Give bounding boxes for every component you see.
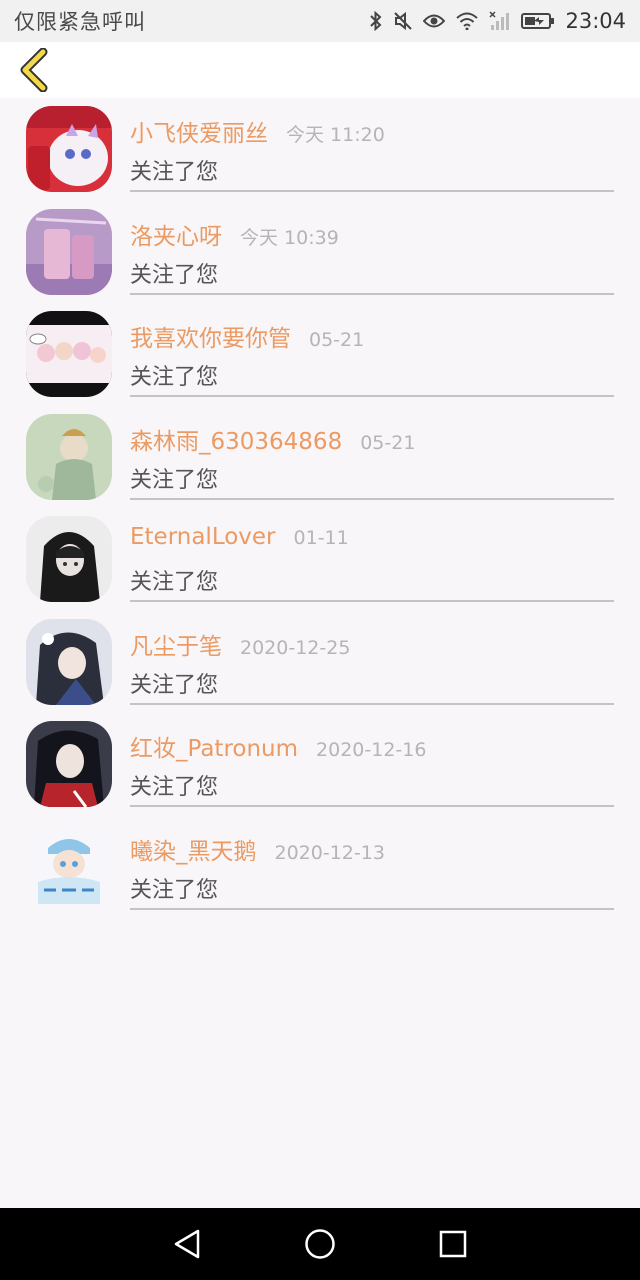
- notification-list: 小飞侠爱丽丝 今天 11:20 关注了您 洛夹心呀 今天 10:39 关注了您 …: [0, 98, 640, 918]
- notification-time: 2020-12-13: [274, 841, 385, 864]
- avatar[interactable]: [26, 311, 112, 397]
- recents-square-icon: [440, 1230, 467, 1258]
- status-time: 23:04: [565, 9, 626, 33]
- carrier-text: 仅限紧急呼叫: [14, 10, 146, 34]
- user-name[interactable]: 红妆_Patronum: [130, 729, 298, 763]
- notification-time: 今天 11:20: [286, 124, 385, 146]
- notification-action: 关注了您: [130, 467, 219, 493]
- avatar[interactable]: [26, 516, 112, 602]
- chevron-left-icon: [20, 48, 48, 92]
- nav-recents-button[interactable]: [423, 1214, 483, 1274]
- list-item[interactable]: EternalLover 01-11 关注了您: [0, 508, 640, 611]
- user-name[interactable]: 洛夹心呀: [130, 217, 222, 251]
- eye-icon: [423, 13, 446, 29]
- user-name[interactable]: 凡尘于笔: [130, 627, 222, 661]
- avatar[interactable]: [26, 823, 112, 910]
- avatar[interactable]: [26, 413, 112, 500]
- bluetooth-icon: [369, 11, 383, 31]
- list-item[interactable]: 小飞侠爱丽丝 今天 11:20 关注了您: [0, 98, 640, 201]
- list-item[interactable]: 凡尘于笔 2020-12-25 关注了您: [0, 611, 640, 714]
- notification-action: 关注了您: [130, 672, 219, 698]
- notification-time: 2020-12-16: [316, 739, 427, 761]
- list-item[interactable]: 森林雨_630364868 05-21 关注了您: [0, 406, 640, 509]
- home-circle-icon: [305, 1229, 335, 1259]
- divider: [130, 497, 614, 500]
- mute-icon: [393, 11, 413, 31]
- list-item[interactable]: 洛夹心呀 今天 10:39 关注了您: [0, 201, 640, 304]
- nav-back-button[interactable]: [157, 1214, 217, 1274]
- divider: [130, 292, 614, 295]
- user-name[interactable]: 我喜欢你要你管: [130, 319, 291, 353]
- divider: [130, 600, 614, 602]
- user-name[interactable]: EternalLover: [130, 524, 276, 550]
- notification-time: 05-21: [360, 431, 416, 454]
- avatar[interactable]: [26, 106, 112, 192]
- user-name[interactable]: 小飞侠爱丽丝: [130, 114, 268, 148]
- divider: [130, 907, 614, 910]
- notification-action: 关注了您: [130, 365, 219, 390]
- notification-action: 关注了您: [130, 570, 219, 595]
- notification-time: 2020-12-25: [240, 636, 351, 659]
- back-triangle-icon: [174, 1229, 199, 1259]
- notification-time: 01-11: [293, 527, 349, 549]
- list-item[interactable]: 红妆_Patronum 2020-12-16 关注了您: [0, 713, 640, 816]
- wifi-icon: [455, 12, 479, 30]
- avatar[interactable]: [26, 721, 112, 807]
- nav-home-button[interactable]: [290, 1214, 350, 1274]
- list-item[interactable]: 曦染_黑天鹅 2020-12-13 关注了您: [0, 816, 640, 919]
- user-name[interactable]: 森林雨_630364868: [130, 422, 342, 456]
- notification-action: 关注了您: [130, 262, 219, 288]
- notification-time: 05-21: [309, 329, 365, 351]
- notification-action: 关注了您: [130, 775, 219, 800]
- status-icons: 23:04: [369, 9, 626, 33]
- user-name[interactable]: 曦染_黑天鹅: [130, 832, 257, 866]
- avatar[interactable]: [26, 618, 112, 705]
- signal-icon: [489, 11, 511, 31]
- header-bar: [0, 42, 640, 98]
- status-bar: 仅限紧急呼叫 23:04: [0, 0, 640, 42]
- list-item[interactable]: 我喜欢你要你管 05-21 关注了您: [0, 303, 640, 406]
- divider: [130, 805, 614, 807]
- battery-icon: [521, 12, 555, 30]
- notification-action: 关注了您: [130, 160, 219, 185]
- divider: [130, 395, 614, 397]
- notification-action: 关注了您: [130, 877, 219, 903]
- avatar[interactable]: [26, 208, 112, 295]
- divider: [130, 190, 614, 192]
- notification-time: 今天 10:39: [240, 226, 339, 249]
- divider: [130, 702, 614, 705]
- back-button[interactable]: [12, 48, 56, 92]
- system-nav-bar: [0, 1208, 640, 1280]
